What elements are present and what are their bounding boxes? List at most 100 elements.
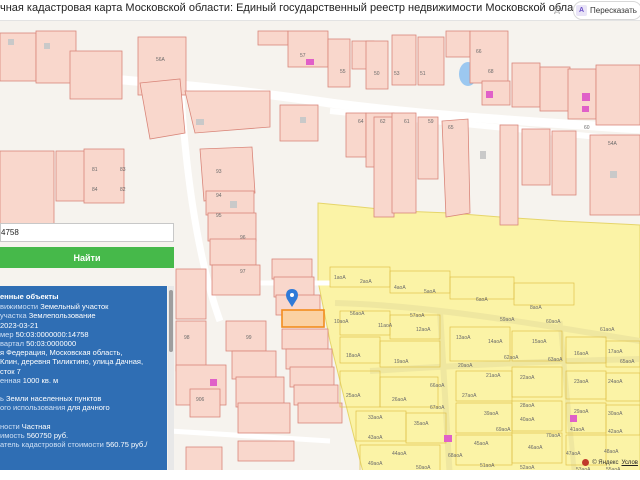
info-row: вартал 50:03:0000000 [0, 339, 167, 348]
building [230, 201, 237, 208]
parcel [285, 348, 333, 370]
parcel-label: 70аоА [546, 433, 561, 439]
info-key: ь [0, 394, 4, 404]
info-key: имость [0, 431, 25, 441]
info-key: мер [0, 329, 14, 339]
search-input[interactable]: 4758 [0, 223, 174, 242]
parcel-label: 93 [216, 169, 222, 175]
parcel [417, 116, 439, 180]
parcel-label: 30аоА [608, 411, 623, 417]
info-row: ого использования для дачного [0, 403, 167, 412]
panel-heading: енные объекты [0, 292, 59, 301]
info-key: енная [0, 375, 21, 385]
parcel-label: 69аоА [496, 427, 511, 433]
parcel-label: 66 [476, 49, 482, 55]
parcel [139, 78, 186, 140]
page-title: чная кадастровая карта Московской област… [0, 2, 590, 14]
terms-link[interactable]: Услов [621, 460, 638, 466]
parcel [551, 130, 577, 196]
summarize-button[interactable]: A Пересказать [573, 1, 640, 20]
parcel-label: 65 [448, 125, 454, 131]
parcel-label: 5аоА [424, 289, 436, 295]
building [610, 171, 617, 178]
parcel-label: 68 [488, 69, 494, 75]
parcel-label: 62аоА [504, 355, 519, 361]
parcel [445, 30, 471, 58]
parcel-label: 2аоА [360, 279, 372, 285]
search-button[interactable]: Найти [0, 247, 174, 268]
info-row: енная 1000 кв. м [0, 376, 167, 385]
parcel-label: 26аоА [392, 397, 407, 403]
building [444, 435, 452, 442]
parcel-label: 47аоА [566, 451, 581, 457]
parcel-label: 96 [240, 235, 246, 241]
parcel [279, 104, 319, 142]
building [486, 91, 493, 98]
parcel-label: 19аоА [394, 359, 409, 365]
parcel-label: 906 [196, 397, 205, 403]
parcel-label: 1аоА [334, 275, 346, 281]
object-info-panel: енные объекты вижимости Земельный участо… [0, 286, 167, 480]
parcel-label: 44аоА [392, 451, 407, 457]
parcel-label: 29аоА [574, 409, 589, 415]
bottom-strip [0, 470, 640, 480]
parcel [539, 66, 571, 112]
building [582, 93, 590, 101]
parcel-label: 64 [358, 119, 364, 125]
parcel-label: 60аоА [546, 319, 561, 325]
parcel [293, 384, 339, 406]
bookmark-icon[interactable]: ☆ [548, 1, 566, 19]
info-key: вижимости [0, 302, 39, 312]
info-value: 50:03:0000000:14758 [15, 329, 89, 339]
info-row: я Федерация, Московская область, [0, 348, 167, 357]
parcel-label: 82 [120, 187, 126, 193]
parcel [521, 128, 551, 186]
building [582, 106, 589, 112]
yandex-logo-icon [582, 459, 590, 466]
parcel [365, 40, 389, 90]
parcel-label: 4аоА [394, 285, 406, 291]
parcel-label: 56А [156, 57, 166, 63]
info-key: атель кадастровой стоимости [0, 440, 104, 450]
cadastral-map[interactable]: 56А 66 68 54А 60 50 51 53 55 57 83 81 82… [0, 21, 640, 480]
building [8, 39, 14, 45]
parcel-label: 33аоА [368, 415, 383, 421]
info-value: Земли населенных пунктов [6, 394, 102, 404]
info-value: 560750 руб. [26, 431, 69, 441]
parcel [0, 32, 37, 82]
parcel-label: 81 [92, 167, 98, 173]
parcel [211, 264, 261, 296]
scrollbar-thumb[interactable] [169, 290, 173, 352]
parcel [391, 112, 417, 214]
info-row: вижимости Земельный участок [0, 302, 167, 311]
browser-toolbar: чная кадастровая карта Московской област… [0, 0, 640, 21]
parcel-label: 67аоА [430, 405, 445, 411]
summarize-icon: A [576, 5, 587, 16]
parcel-label: 61аоА [600, 327, 615, 333]
parcel-label: 10аоА [334, 319, 349, 325]
parcel-label: 17аоА [608, 349, 623, 355]
parcel-label: 83 [120, 167, 126, 173]
parcel-label: 68аоА [448, 453, 463, 459]
info-row: атель кадастровой стоимости 560.75 руб./ [0, 440, 167, 449]
parcel-label: 41аоА [570, 427, 585, 433]
parcel-label: 27аоА [462, 393, 477, 399]
building [306, 59, 314, 65]
parcel-label: 46аоА [528, 445, 543, 451]
parcel-label: 25аоА [346, 393, 361, 399]
parcel [231, 350, 277, 380]
parcel-label: 39аоА [484, 411, 499, 417]
info-row: ности Частная [0, 422, 167, 431]
map-attribution: © Яндекс Услов [582, 459, 638, 466]
parcel-label: 15аоА [532, 339, 547, 345]
info-row: сток 7 [0, 367, 167, 376]
parcel [289, 366, 335, 388]
building [44, 43, 50, 49]
building [480, 151, 486, 159]
summarize-label: Пересказать [590, 6, 637, 15]
info-row [0, 413, 167, 422]
info-key: вартал [0, 339, 24, 349]
parcel-label: 61 [404, 119, 410, 125]
panel-scrollbar[interactable] [168, 286, 174, 480]
parcel-label: 54А [608, 141, 618, 147]
